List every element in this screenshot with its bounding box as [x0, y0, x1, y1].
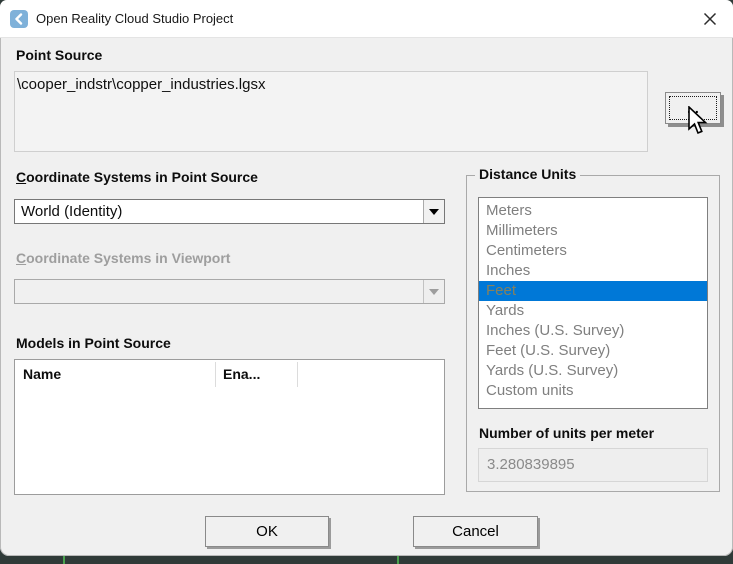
column-separator[interactable] — [297, 362, 298, 387]
units-per-meter-field: 3.280839895 — [478, 448, 708, 482]
combobox-dropdown-button — [423, 280, 444, 303]
column-header-name[interactable]: Name — [15, 360, 215, 389]
cancel-button[interactable]: Cancel — [413, 516, 538, 547]
unit-option-inches[interactable]: Inches — [479, 261, 707, 281]
coord-systems-point-source-combobox[interactable]: World (Identity) — [14, 199, 445, 224]
coord-systems-viewport-label: Coordinate Systems in Viewport — [16, 250, 230, 266]
unit-option-inches-us-survey[interactable]: Inches (U.S. Survey) — [479, 321, 707, 341]
unit-option-yards-us-survey[interactable]: Yards (U.S. Survey) — [479, 361, 707, 381]
units-per-meter-label: Number of units per meter — [479, 425, 654, 441]
models-label: Models in Point Source — [16, 335, 171, 351]
ok-button[interactable]: OK — [205, 516, 329, 547]
arrow-cursor-icon — [687, 106, 711, 138]
models-list[interactable]: Name Ena... — [14, 359, 445, 495]
unit-option-centimeters[interactable]: Centimeters — [479, 241, 707, 261]
unit-option-millimeters[interactable]: Millimeters — [479, 221, 707, 241]
combobox-value: World (Identity) — [21, 200, 122, 223]
chevron-down-icon — [429, 289, 439, 295]
close-button[interactable] — [697, 7, 723, 31]
back-chevron-icon — [10, 10, 28, 28]
unit-option-yards[interactable]: Yards — [479, 301, 707, 321]
title-bar: Open Reality Cloud Studio Project — [0, 0, 733, 38]
unit-option-feet-selected[interactable]: Feet — [479, 281, 707, 301]
background-timeline-tick — [397, 556, 399, 564]
distance-units-list[interactable]: Meters Millimeters Centimeters Inches Fe… — [478, 197, 708, 409]
coord-systems-viewport-combobox — [14, 279, 445, 304]
models-list-header: Name Ena... — [15, 360, 444, 389]
unit-option-custom-units[interactable]: Custom units — [479, 381, 707, 401]
point-source-label: Point Source — [16, 47, 102, 63]
distance-units-group: Distance Units Meters Millimeters Centim… — [466, 175, 720, 492]
open-project-dialog: Open Reality Cloud Studio Project Point … — [0, 0, 733, 556]
background-timeline-tick — [63, 556, 65, 564]
combobox-dropdown-button[interactable] — [423, 200, 444, 223]
close-icon — [703, 12, 717, 26]
column-header-enabled[interactable]: Ena... — [215, 360, 297, 389]
chevron-down-icon — [429, 209, 439, 215]
distance-units-label: Distance Units — [475, 166, 580, 182]
unit-option-feet-us-survey[interactable]: Feet (U.S. Survey) — [479, 341, 707, 361]
unit-option-meters[interactable]: Meters — [479, 201, 707, 221]
point-source-path-field[interactable]: \cooper_indstr\copper_industries.lgsx — [14, 71, 648, 152]
coord-systems-point-source-label: Coordinate Systems in Point Source — [16, 169, 258, 185]
dialog-title: Open Reality Cloud Studio Project — [36, 0, 233, 38]
